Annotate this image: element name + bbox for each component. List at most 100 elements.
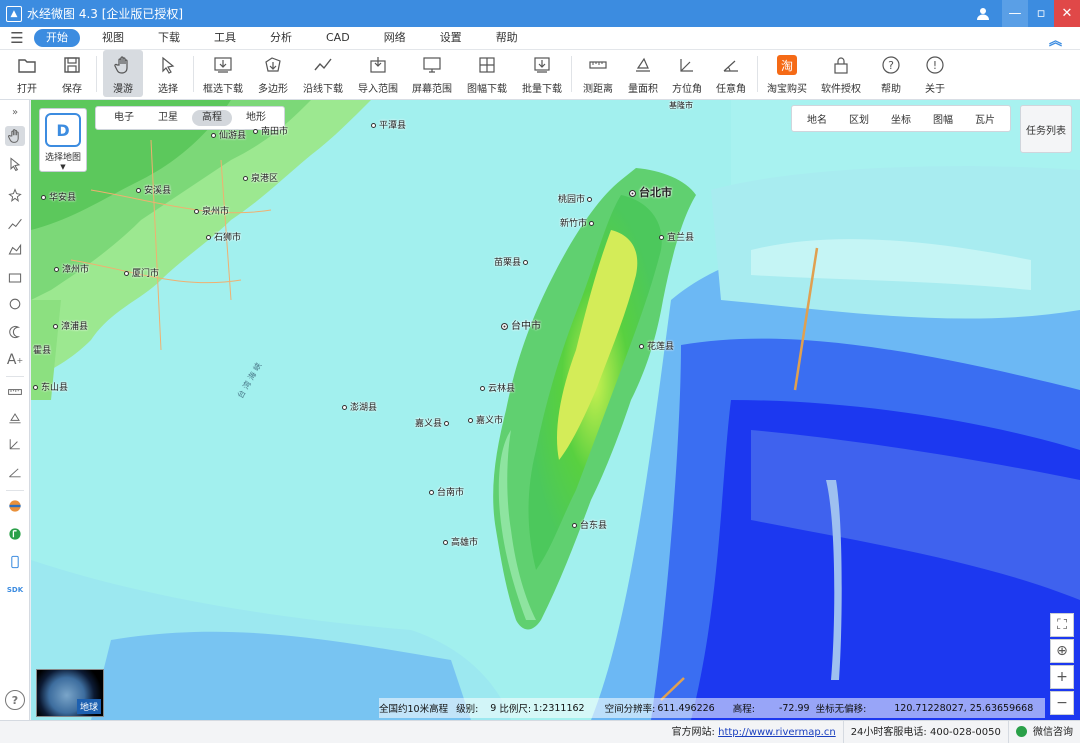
sdk-icon[interactable]: SDK [5,580,25,600]
task-list-button[interactable]: 任务列表 [1020,105,1072,153]
azimuth-button[interactable]: 方位角 [669,50,705,97]
place-label: 漳浦县 [53,319,88,332]
user-icon[interactable] [970,0,996,27]
polyline-tool-icon[interactable] [5,214,25,234]
map-type-electronic[interactable]: 电子 [104,110,144,126]
pan-tool-icon[interactable] [5,126,25,146]
batch-download-button[interactable]: 批量下载 [520,50,564,97]
angle-tool-icon[interactable] [5,462,25,482]
place-label: 台南市 [429,485,464,498]
line-download-button[interactable]: 沿线下载 [300,50,346,97]
place-label: 台中市 [501,317,541,332]
website-link[interactable]: http://www.rivermap.cn [718,727,836,738]
area-tool-icon[interactable] [5,408,25,428]
sector-tool-icon[interactable] [5,322,25,342]
place-label: 厦门市 [124,266,159,279]
grid-download-button[interactable]: 图幅下载 [463,50,511,97]
place-label: 新竹市 [560,216,597,229]
minimize-button[interactable]: — [1002,0,1028,27]
wechat-consult-button[interactable]: 微信咨询 [1007,720,1080,743]
overlay-sheets[interactable]: 图幅 [922,111,964,126]
elevation-map-background [31,100,1080,720]
menu-help[interactable]: 帮助 [484,29,530,47]
polygon-tool-icon[interactable] [5,240,25,260]
map-type-satellite[interactable]: 卫星 [148,110,188,126]
map-type-elevation[interactable]: 高程 [192,110,232,126]
maximize-button[interactable]: ▫ [1028,0,1054,27]
menu-network[interactable]: 网络 [372,29,418,47]
zoom-in-button[interactable]: + [1050,665,1074,689]
expand-sidebar-icon[interactable]: » [5,102,25,122]
dropdown-arrow-icon: ▼ [60,163,66,171]
left-tool-sidebar: » A + SDK ? [0,100,30,720]
measure-area-button[interactable]: 量面积 [625,50,661,97]
azimuth-tool-icon[interactable] [5,434,25,454]
place-label: 东山县 [33,380,68,393]
info-icon: ! [924,55,946,75]
place-label: 霍县 [33,346,52,356]
ribbon-toolbar: 打开 保存 漫游 选择 框选下载 多边形 沿线下载 导入范围 屏幕范围 图幅下载… [0,50,1080,100]
menu-view[interactable]: 视图 [90,29,136,47]
rectangle-tool-icon[interactable] [5,268,25,288]
import-icon [367,55,389,75]
dataset-name: 全国约10米高程 [379,704,449,715]
phone-info: 24小时客服电话: 400-028-0050 [842,720,1008,743]
place-label: 华安县 [41,190,76,203]
pan-button[interactable]: 漫游 [103,50,143,97]
measure-tool-icon[interactable] [5,382,25,402]
hamburger-menu-icon[interactable]: ☰ [0,29,34,47]
place-label: 宜兰县 [659,230,694,243]
collapse-ribbon-icon[interactable]: ︽ [1049,30,1062,49]
locate-icon[interactable]: ⊕ [1050,639,1074,663]
open-button[interactable]: 打开 [8,50,46,97]
earth-app-icon[interactable] [5,496,25,516]
overlay-coordinates[interactable]: 坐标 [880,111,922,126]
place-label: 南田市 [253,124,288,137]
screen-range-button[interactable]: 屏幕范围 [410,50,454,97]
sidebar-help-icon[interactable]: ? [5,690,25,710]
about-button[interactable]: ! 关于 [917,50,953,97]
map-view[interactable]: D 选择地图 ▼ 电子 卫星 高程 地形 地名 区划 坐标 图幅 瓦片 任务列表… [31,100,1080,720]
save-button[interactable]: 保存 [54,50,90,97]
elevation-label: 高程: [732,704,755,715]
overlay-toggle-bar: 地名 区划 坐标 图幅 瓦片 [791,105,1011,132]
menu-analysis[interactable]: 分析 [258,29,304,47]
mobile-icon[interactable] [5,552,25,572]
fullscreen-icon[interactable]: ⛶ [1050,613,1074,637]
menu-cad[interactable]: CAD [314,29,362,47]
website-info: 官方网站: http://www.rivermap.cn [671,726,836,738]
overlay-placenames[interactable]: 地名 [796,111,838,126]
menu-tools[interactable]: 工具 [202,29,248,47]
marker-tool-icon[interactable] [5,186,25,206]
place-label: 仙游县 [211,128,246,141]
globe-thumbnail[interactable]: 地球 [36,669,104,717]
map-status-readout: 全国约10米高程 级别: 9 比例尺: 1:2311162 空间分辨率: 611… [379,698,1045,718]
menu-settings[interactable]: 设置 [428,29,474,47]
select-button[interactable]: 选择 [150,50,186,97]
overlay-tiles[interactable]: 瓦片 [964,111,1006,126]
circle-tool-icon[interactable] [5,294,25,314]
place-label: 漳州市 [54,262,89,275]
measure-distance-button[interactable]: 测距离 [580,50,616,97]
text-tool-icon[interactable]: A + [5,350,25,370]
zoom-out-button[interactable]: − [1050,691,1074,715]
menu-bar: ☰ 开始 视图 下载 工具 分析 CAD 网络 设置 帮助 ︽ [0,27,1080,50]
close-button[interactable]: ✕ [1054,0,1080,27]
taobao-buy-button[interactable]: 淘 淘宝购买 [764,50,810,97]
menu-download[interactable]: 下载 [146,29,192,47]
place-label: 云林县 [480,381,515,394]
select-map-button[interactable]: D 选择地图 ▼ [39,108,87,172]
angle-button[interactable]: 任意角 [713,50,749,97]
place-label: 嘉义县 [415,416,452,429]
lock-icon [830,55,852,75]
menu-start[interactable]: 开始 [34,29,80,47]
import-range-button[interactable]: 导入范围 [356,50,400,97]
scale-value: 1:2311162 [533,702,585,714]
box-download-button[interactable]: 框选下载 [201,50,245,97]
polygon-download-button[interactable]: 多边形 [255,50,291,97]
help-button[interactable]: ? 帮助 [873,50,909,97]
plugin-icon[interactable] [5,524,25,544]
license-button[interactable]: 软件授权 [818,50,864,97]
select-tool-icon[interactable] [5,154,25,174]
overlay-districts[interactable]: 区划 [838,111,880,126]
